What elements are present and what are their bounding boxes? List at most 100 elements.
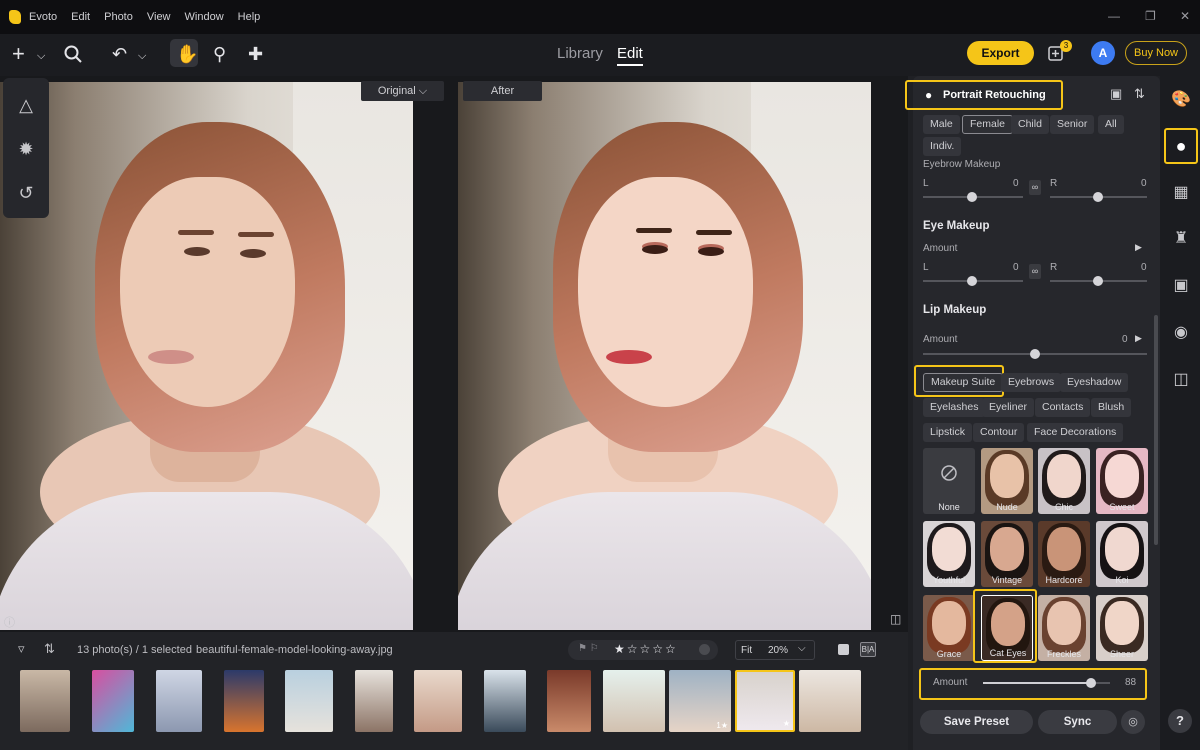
preset-sweet[interactable]: Sweet: [1096, 448, 1148, 514]
close-icon[interactable]: ✕: [1180, 9, 1190, 23]
menu-view[interactable]: View: [147, 11, 171, 23]
preset-nude[interactable]: Nude: [981, 448, 1033, 514]
thumbnail[interactable]: [156, 670, 202, 732]
history-icon[interactable]: ↺: [14, 181, 38, 205]
palette-icon[interactable]: 🎨: [1170, 89, 1192, 111]
chevron-down-icon[interactable]: ⌵: [37, 45, 45, 67]
reset-icon[interactable]: ⇅: [1134, 86, 1145, 102]
menu-edit[interactable]: Edit: [71, 11, 90, 23]
thumbnail[interactable]: [603, 670, 665, 732]
info-icon[interactable]: ⓘ: [4, 614, 15, 630]
chip-blush[interactable]: Blush: [1091, 398, 1132, 417]
eyebrow-link-icon[interactable]: ∞: [1029, 180, 1041, 195]
preset-koi[interactable]: Koi: [1096, 521, 1148, 587]
chip-all[interactable]: All: [1098, 115, 1124, 134]
menu-photo[interactable]: Photo: [104, 11, 133, 23]
chip-senior[interactable]: Senior: [1050, 115, 1095, 134]
chip-makeup-suite[interactable]: Makeup Suite: [923, 373, 1004, 392]
chip-eyeshadow[interactable]: Eyeshadow: [1060, 373, 1129, 392]
thumbnail[interactable]: [547, 670, 591, 732]
minimize-icon[interactable]: —: [1108, 9, 1120, 23]
lip-amount-slider[interactable]: [923, 349, 1147, 359]
bandage-icon[interactable]: ✚: [248, 43, 263, 65]
fit-button[interactable]: Fit: [741, 645, 752, 656]
crop-icon[interactable]: ▣: [1170, 275, 1192, 297]
eyebrow-right-slider[interactable]: [1050, 192, 1147, 202]
thumbnail-selected[interactable]: ★: [735, 670, 795, 732]
eye-expand-icon[interactable]: ▶: [1135, 242, 1142, 253]
brush-icon[interactable]: ⚲: [213, 43, 226, 65]
blur-tool-icon[interactable]: ✹: [14, 137, 38, 161]
tab-edit[interactable]: Edit: [617, 45, 643, 66]
shirt-icon[interactable]: ♜: [1170, 228, 1192, 250]
original-dropdown[interactable]: Original ⌵: [361, 81, 444, 101]
preset-freckles[interactable]: Freckles: [1038, 595, 1090, 661]
thumbnail[interactable]: [285, 670, 333, 732]
preset-vintage[interactable]: Vintage: [981, 521, 1033, 587]
eyebrow-left-slider[interactable]: [923, 192, 1023, 202]
lip-expand-icon[interactable]: ▶: [1135, 333, 1142, 344]
menu-help[interactable]: Help: [238, 11, 261, 23]
menu-window[interactable]: Window: [185, 11, 224, 23]
single-view-icon[interactable]: [838, 644, 849, 655]
sync-settings-icon[interactable]: ◎: [1121, 710, 1145, 734]
help-icon[interactable]: ?: [1168, 709, 1192, 733]
chip-lipstick[interactable]: Lipstick: [923, 423, 973, 442]
preset-sheer[interactable]: Sheer: [1096, 595, 1148, 661]
undo-icon[interactable]: ↶: [112, 43, 127, 65]
amount-slider-knob[interactable]: [1086, 678, 1096, 688]
thumbnail[interactable]: 1★: [669, 670, 731, 732]
eye-link-icon[interactable]: ∞: [1029, 264, 1041, 279]
chip-indiv[interactable]: Indiv.: [923, 137, 962, 156]
eye-left-slider[interactable]: [923, 276, 1023, 286]
zoom-chevron-icon[interactable]: ⌵: [798, 643, 806, 654]
save-preset-button[interactable]: Save Preset: [920, 710, 1033, 734]
chip-eyelashes[interactable]: Eyelashes: [923, 398, 986, 417]
chip-child[interactable]: Child: [1011, 115, 1049, 134]
shape-tool-icon[interactable]: △: [14, 93, 38, 117]
preset-cat-eyes[interactable]: Cat Eyes: [981, 595, 1033, 661]
thumbnail[interactable]: [355, 670, 393, 732]
sync-button[interactable]: Sync: [1038, 710, 1117, 734]
chip-eyebrows[interactable]: Eyebrows: [1001, 373, 1062, 392]
thumbnail[interactable]: [92, 670, 134, 732]
chip-eyeliner[interactable]: Eyeliner: [982, 398, 1034, 417]
star-rating[interactable]: ★☆☆☆☆: [614, 642, 678, 656]
thumbnail[interactable]: [484, 670, 526, 732]
chip-contacts[interactable]: Contacts: [1035, 398, 1091, 417]
grid-icon[interactable]: ▦: [1170, 182, 1192, 204]
zoom-control[interactable]: Fit 20% ⌵: [735, 640, 815, 660]
filter-icon[interactable]: ▿: [18, 641, 25, 657]
flag-icon[interactable]: ⚑ ⚐: [578, 643, 599, 654]
panel-scrollbar[interactable]: [1154, 315, 1158, 545]
chip-male[interactable]: Male: [923, 115, 960, 134]
face-select-icon[interactable]: ▣: [1110, 86, 1122, 102]
before-after-toggle[interactable]: B|A: [860, 642, 876, 657]
preset-none[interactable]: None: [923, 448, 975, 514]
photo-canvas[interactable]: Original ⌵ After: [0, 76, 908, 632]
search-icon[interactable]: [64, 45, 82, 63]
thumbnail[interactable]: [414, 670, 462, 732]
avatar[interactable]: A: [1091, 41, 1115, 65]
thumbnail[interactable]: [20, 670, 70, 732]
preset-hardcore[interactable]: Hardcore: [1038, 521, 1090, 587]
face-rail-icon[interactable]: ●: [1170, 135, 1192, 157]
undo-chevron-icon[interactable]: ⌵: [138, 45, 146, 67]
camera-icon[interactable]: ◉: [1170, 322, 1192, 344]
thumbnail[interactable]: [224, 670, 264, 732]
color-label-icon[interactable]: [699, 644, 710, 655]
hand-icon[interactable]: ✋: [176, 43, 198, 65]
add-icon[interactable]: +: [12, 43, 25, 65]
chip-contour[interactable]: Contour: [973, 423, 1025, 442]
sort-icon[interactable]: ⇅: [44, 641, 55, 657]
thumbnail[interactable]: [799, 670, 861, 732]
restore-icon[interactable]: ❐: [1145, 9, 1156, 23]
amount-slider[interactable]: [983, 678, 1110, 688]
chip-female[interactable]: Female: [962, 115, 1014, 134]
preset-chic[interactable]: Chic: [1038, 448, 1090, 514]
eye-right-slider[interactable]: [1050, 276, 1147, 286]
folder-icon[interactable]: ◫: [1170, 369, 1192, 391]
buy-now-button[interactable]: Buy Now: [1125, 41, 1187, 65]
chip-face-decorations[interactable]: Face Decorations: [1027, 423, 1124, 442]
export-button[interactable]: Export: [967, 41, 1034, 65]
